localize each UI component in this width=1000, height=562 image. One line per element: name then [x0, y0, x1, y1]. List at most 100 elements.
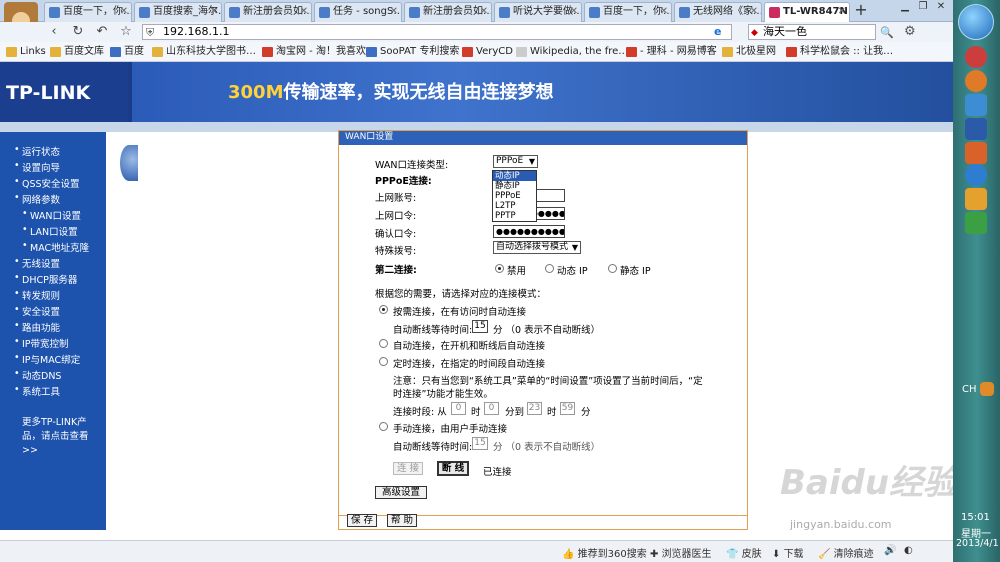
bookmark-item[interactable]: Wikipedia, the fre… — [516, 45, 628, 59]
menu-item-wan[interactable]: WAN口设置 — [22, 208, 81, 222]
menu-item-wizard[interactable]: 设置向导 — [14, 160, 60, 174]
start-button-icon[interactable] — [958, 4, 994, 40]
special-dial-select[interactable]: 自动选择拨号模式 ▼ — [493, 241, 581, 254]
taskbar-app-icon[interactable] — [965, 212, 987, 234]
mode-timed-radio[interactable] — [379, 357, 388, 366]
clock-time[interactable]: 15:01 — [961, 512, 990, 523]
to-hour-input[interactable]: 23 — [527, 402, 542, 415]
tab-3[interactable]: 新注册会员如… ✕ — [224, 2, 312, 22]
tab-router-active[interactable]: TL-WR847N ✕ — [764, 2, 850, 22]
favorite-star-icon[interactable]: ☆ — [118, 24, 134, 40]
dropdown-option-pptp[interactable]: PPTP — [493, 211, 536, 221]
taskbar-word-icon[interactable] — [965, 118, 987, 140]
search-icon[interactable]: 🔍 — [880, 26, 894, 39]
tab-2[interactable]: 百度搜索_海尔… ✕ — [134, 2, 222, 22]
menu-item-network[interactable]: 网络参数 — [14, 192, 60, 206]
search-input[interactable]: ◆ 海天一色 — [748, 24, 876, 40]
save-button[interactable]: 保 存 — [347, 514, 377, 527]
taskbar-app-icon[interactable] — [965, 46, 987, 68]
tab-7[interactable]: 百度一下，你… ✕ — [584, 2, 672, 22]
tab-close-icon[interactable]: ✕ — [120, 3, 128, 21]
skin-button[interactable]: 👕 皮肤 — [726, 545, 762, 560]
tab-close-icon[interactable]: ✕ — [480, 3, 488, 21]
tab-8[interactable]: 无线网络《家… ✕ — [674, 2, 762, 22]
bookmark-item[interactable]: 淘宝网 - 淘！我喜欢 — [262, 45, 366, 59]
minimize-icon[interactable]: ▁ — [896, 0, 914, 14]
bookmark-item[interactable]: SooPAT 专利搜索 — [366, 45, 459, 59]
menu-item-dhcp[interactable]: DHCP服务器 — [14, 272, 77, 286]
menu-item-routing[interactable]: 路由功能 — [14, 320, 60, 334]
dropdown-option-static-ip[interactable]: 静态IP — [493, 181, 536, 191]
menu-item-bandwidth[interactable]: IP带宽控制 — [14, 336, 69, 350]
dropdown-option-pppoe[interactable]: PPPoE — [493, 191, 536, 201]
connect-button[interactable]: 连 接 — [393, 462, 423, 475]
clear-traces-button[interactable]: 🧹 清除痕迹 — [818, 545, 874, 560]
taskbar-browser-icon[interactable] — [965, 94, 987, 116]
taskbar-app-icon[interactable] — [965, 188, 987, 210]
browser-doctor-button[interactable]: ✚ 浏览器医生 — [650, 545, 712, 560]
conn-type-select[interactable]: PPPoE ▼ — [493, 155, 538, 168]
menu-item-ddns[interactable]: 动态DNS — [14, 368, 61, 382]
second-disabled-radio[interactable] — [495, 264, 504, 273]
menu-item-forwarding[interactable]: 转发规则 — [14, 288, 60, 302]
close-window-icon[interactable]: ✕ — [932, 0, 950, 14]
mode-auto-radio[interactable] — [379, 339, 388, 348]
input-language-indicator[interactable]: CH — [962, 384, 977, 395]
disconnect-button[interactable]: 断 线 — [437, 461, 469, 476]
dropdown-option-l2tp[interactable]: L2TP — [493, 201, 536, 211]
bookmark-item[interactable]: VeryCD — [462, 45, 513, 59]
second-dynamic-radio[interactable] — [545, 264, 554, 273]
tab-5[interactable]: 新注册会员如… ✕ — [404, 2, 492, 22]
tab-close-icon[interactable]: ✕ — [300, 3, 308, 21]
confirm-password-input[interactable]: ●●●●●●●●●●●● — [493, 225, 565, 238]
tab-1[interactable]: 百度一下，你… ✕ — [44, 2, 132, 22]
undo-icon[interactable]: ↶ — [94, 24, 110, 40]
taskbar-app-icon[interactable] — [965, 70, 987, 92]
recommend-360-button[interactable]: 👍 推荐到360搜索 — [562, 545, 647, 560]
ie-engine-icon[interactable]: e — [714, 25, 721, 38]
second-static-radio[interactable] — [608, 264, 617, 273]
ime-icon[interactable] — [980, 382, 994, 396]
back-icon[interactable]: ‹ — [46, 24, 62, 40]
bookmark-item[interactable]: 北极星网 — [722, 45, 776, 59]
taskbar-folder-icon[interactable] — [965, 142, 987, 164]
menu-item-system-tools[interactable]: 系统工具 — [14, 384, 60, 398]
menu-item-lan[interactable]: LAN口设置 — [22, 224, 78, 238]
new-tab-button[interactable]: + — [852, 2, 870, 20]
tab-close-icon[interactable]: ✕ — [390, 3, 398, 21]
tab-6[interactable]: 听说大学要做… ✕ — [494, 2, 582, 22]
tab-close-icon[interactable]: ✕ — [838, 3, 846, 21]
gear-icon[interactable]: ⚙ — [904, 24, 916, 39]
from-minute-input[interactable]: 0 — [484, 402, 499, 415]
download-button[interactable]: ⬇ 下载 — [772, 545, 804, 560]
menu-item-status[interactable]: 运行状态 — [14, 144, 60, 158]
more-products-link[interactable]: 更多TP-LINK产品，请点击查看 >> — [22, 416, 102, 458]
url-input[interactable]: ⛨ 192.168.1.1 — [142, 24, 732, 40]
maximize-icon[interactable]: ❐ — [914, 0, 932, 14]
bookmark-item[interactable]: - 理科 - 网易博客 — [626, 45, 717, 59]
menu-item-security[interactable]: 安全设置 — [14, 304, 60, 318]
bookmark-item[interactable]: 百度文库 — [50, 45, 104, 59]
menu-item-wireless[interactable]: 无线设置 — [14, 256, 60, 270]
idle-time-input[interactable]: 15 — [472, 320, 488, 333]
bookmark-item[interactable]: Links — [6, 45, 46, 59]
tab-close-icon[interactable]: ✕ — [660, 3, 668, 21]
bookmark-item[interactable]: 百度 — [110, 45, 144, 59]
menu-item-mac-clone[interactable]: MAC地址克隆 — [22, 240, 89, 254]
help-button[interactable]: 帮 助 — [387, 514, 417, 527]
bookmark-item[interactable]: 山东科技大学图书… — [152, 45, 256, 59]
from-hour-input[interactable]: 0 — [451, 402, 466, 415]
idle-time-input-2[interactable]: 15 — [472, 437, 488, 450]
to-minute-input[interactable]: 59 — [560, 402, 575, 415]
refresh-icon[interactable]: ↻ — [70, 24, 86, 40]
tab-4[interactable]: 任务 - songS… ✕ — [314, 2, 402, 22]
mode-manual-radio[interactable] — [379, 422, 388, 431]
taskbar-app-icon[interactable] — [965, 164, 987, 186]
menu-item-ip-mac-bind[interactable]: IP与MAC绑定 — [14, 352, 80, 366]
tab-close-icon[interactable]: ✕ — [210, 3, 218, 21]
volume-icon[interactable]: 🔊 — [884, 545, 896, 556]
tab-close-icon[interactable]: ✕ — [750, 3, 758, 21]
menu-item-qss[interactable]: QSS安全设置 — [14, 176, 80, 190]
advanced-settings-button[interactable]: 高级设置 — [375, 486, 427, 499]
zoom-icon[interactable]: ◐ — [904, 545, 913, 556]
